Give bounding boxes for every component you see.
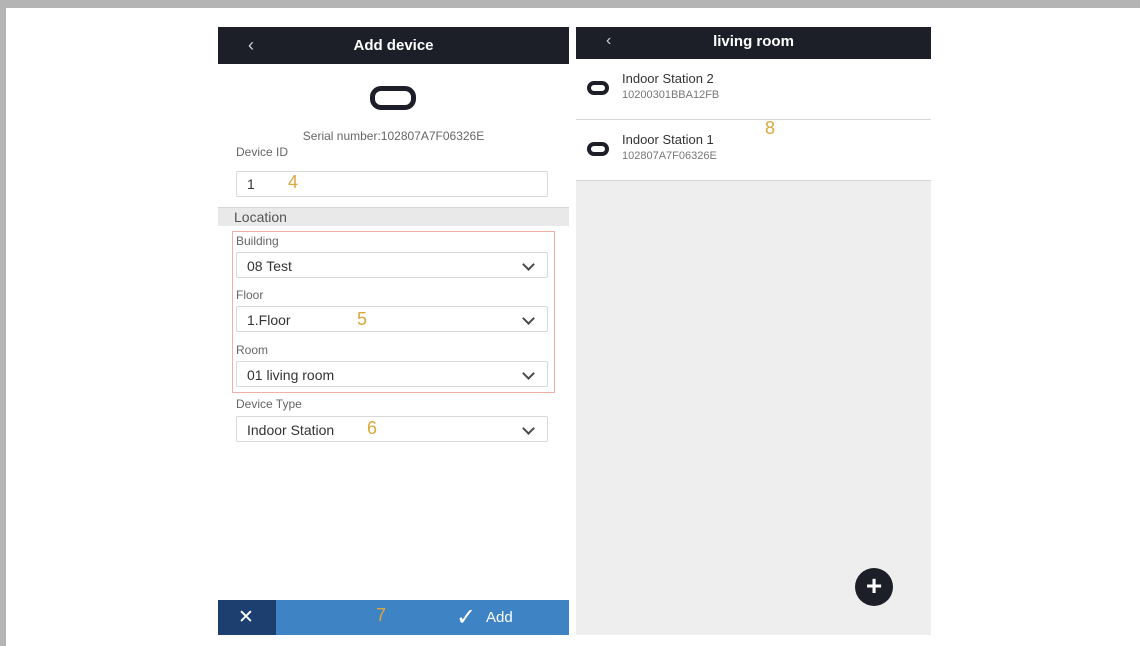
device-type-select[interactable]: Indoor Station xyxy=(236,416,548,442)
room-select[interactable]: 01 living room xyxy=(236,361,548,387)
device-icon xyxy=(587,81,609,95)
device-type-label: Device Type xyxy=(236,397,302,411)
page-title: Add device xyxy=(353,37,434,54)
floor-label: Floor xyxy=(236,288,264,302)
serial-number-text: Serial number:102807A7F06326E xyxy=(302,129,485,143)
add-device-fab[interactable]: + xyxy=(855,568,893,606)
room-label: Room xyxy=(236,343,269,357)
cancel-button[interactable]: ✕ xyxy=(218,600,276,635)
floor-select[interactable]: 1.Floor xyxy=(236,306,548,332)
building-select[interactable]: 08 Test xyxy=(236,252,548,278)
chevron-down-icon xyxy=(522,422,535,435)
device-list-item[interactable]: Indoor Station 2 10200301BBA12FB xyxy=(576,59,931,120)
room-devices-screen: ‹ living room Indoor Station 2 10200301B… xyxy=(576,27,931,635)
location-section-title: Location xyxy=(234,209,287,225)
device-list-item[interactable]: Indoor Station 1 102807A7F06326E 8 xyxy=(576,118,931,181)
add-button[interactable]: 7 ✓ Add xyxy=(276,600,569,635)
annotation-marker-6: 6 xyxy=(367,418,378,438)
device-name: Indoor Station 2 xyxy=(622,71,714,86)
device-id-label: Device ID xyxy=(236,145,289,159)
device-type-value: Indoor Station xyxy=(247,422,335,438)
room-title: living room xyxy=(713,33,794,50)
device-icon xyxy=(370,86,416,110)
floor-value: 1.Floor xyxy=(247,312,291,328)
room-navbar: ‹ living room xyxy=(576,27,931,59)
chevron-down-icon xyxy=(522,258,535,271)
building-label: Building xyxy=(236,234,279,248)
checkmark-icon: ✓ xyxy=(456,604,477,631)
device-id-value: 1 xyxy=(247,176,255,192)
close-icon: ✕ xyxy=(238,607,254,628)
room-value: 01 living room xyxy=(247,367,335,383)
annotation-marker-7: 7 xyxy=(376,605,387,625)
plus-icon: + xyxy=(865,570,883,601)
device-name: Indoor Station 1 xyxy=(622,132,714,147)
annotation-marker-4: 4 xyxy=(288,172,299,192)
device-id-input[interactable]: 1 xyxy=(236,171,548,197)
chevron-down-icon xyxy=(522,367,535,380)
chevron-down-icon xyxy=(522,312,535,325)
add-button-label: Add xyxy=(486,609,513,626)
add-device-screen: ‹ Add device Serial number:102807A7F0632… xyxy=(218,27,569,635)
device-serial: 10200301BBA12FB xyxy=(622,89,720,101)
action-bar: ✕ 7 ✓ Add xyxy=(218,600,569,635)
building-value: 08 Test xyxy=(247,258,292,274)
add-device-navbar: ‹ Add device xyxy=(218,27,569,64)
annotation-marker-8: 8 xyxy=(765,118,776,138)
device-serial: 102807A7F06326E xyxy=(622,150,717,162)
annotation-marker-5: 5 xyxy=(357,309,368,329)
figure-canvas xyxy=(6,8,1140,646)
location-section-header: Location xyxy=(218,207,569,226)
frame-top-border xyxy=(0,0,1140,8)
device-icon xyxy=(587,142,609,156)
